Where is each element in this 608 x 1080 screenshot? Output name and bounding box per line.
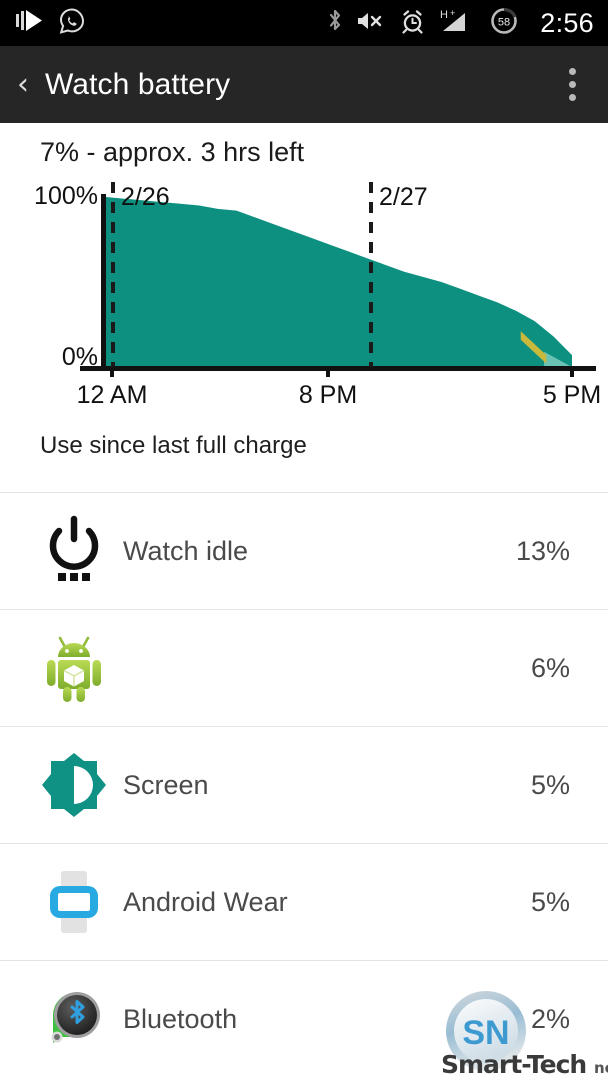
list-item[interactable]: 6% — [0, 609, 608, 726]
svg-text:H: H — [440, 9, 448, 21]
overflow-dot-icon — [568, 81, 576, 88]
list-item-label: Android Wear — [123, 886, 288, 917]
status-bar: H + 58 2:56 — [0, 0, 608, 46]
list-item-value: 5% — [530, 886, 570, 917]
chart-day-label: 2/26 — [121, 183, 170, 211]
chart-x-ticks: 12 AM 8 PM 5 PM — [77, 368, 601, 409]
list-item[interactable]: Watch idle 13% — [0, 492, 608, 609]
list-item[interactable]: Android Wear 5% — [0, 843, 608, 960]
chart-x-tick-label: 12 AM — [77, 381, 148, 409]
chart-day-label: 2/27 — [379, 183, 428, 211]
chart-area-series — [106, 197, 572, 367]
back-chevron-icon: ‹ — [17, 66, 29, 102]
chart-x-tick-label: 8 PM — [299, 381, 357, 409]
battery-icon: 58 — [490, 7, 518, 40]
list-item-value: 6% — [530, 652, 570, 683]
list-item-value: 5% — [530, 769, 570, 800]
list-item-value: 2% — [530, 1003, 570, 1034]
page-title: Watch battery — [45, 67, 231, 101]
signal-h-plus-icon: H + — [439, 7, 477, 40]
bluetooth-badge-icon — [34, 981, 114, 1057]
list-item-value: 13% — [515, 535, 570, 566]
overflow-dot-icon — [568, 68, 576, 75]
list-item[interactable]: Bluetooth 2% — [0, 960, 608, 1077]
android-package-icon — [34, 630, 114, 706]
status-bar-system-icons: H + 58 2:56 — [327, 7, 594, 40]
volume-mute-icon — [356, 9, 386, 38]
android-wear-watch-icon — [34, 864, 114, 940]
back-button[interactable]: ‹ — [4, 46, 42, 123]
list-item-label: Watch idle — [123, 535, 249, 566]
bluetooth-icon — [327, 7, 343, 40]
chart-x-tick-label: 5 PM — [543, 381, 601, 409]
alarm-icon — [399, 8, 426, 39]
app-bar: ‹ Watch battery — [0, 46, 608, 123]
usage-list: Watch idle 13% 6% Screen 5% Android Wear… — [0, 492, 608, 1077]
usage-section-heading: Use since last full charge — [40, 432, 307, 459]
list-item[interactable]: Screen 5% — [0, 726, 608, 843]
watch-battery-screen: H + 58 2:56 ‹ Watch battery 7% - approx.… — [0, 0, 608, 1080]
overflow-menu-button[interactable] — [548, 46, 608, 123]
list-item-label: Bluetooth — [123, 1003, 238, 1034]
whatsapp-icon — [58, 7, 86, 40]
battery-level-text: 58 — [498, 16, 510, 28]
status-bar-notification-icons — [16, 7, 86, 40]
play-icon — [16, 8, 44, 39]
battery-history-chart: 100% 0% 12 AM 8 PM 5 PM 2/26 2/27 — [0, 178, 608, 413]
y-axis-label-top: 100% — [34, 182, 98, 210]
status-bar-clock: 2:56 — [540, 7, 594, 38]
power-idle-icon — [34, 513, 114, 589]
chart-plot-area — [106, 197, 572, 367]
list-item-label: Screen — [123, 769, 209, 800]
battery-chart-svg: 100% 0% 12 AM 8 PM 5 PM 2/26 2/27 — [34, 182, 601, 409]
svg-text:+: + — [450, 8, 455, 18]
screen-brightness-icon — [34, 747, 114, 823]
overflow-dot-icon — [568, 94, 576, 101]
battery-summary-text: 7% - approx. 3 hrs left — [40, 137, 305, 167]
